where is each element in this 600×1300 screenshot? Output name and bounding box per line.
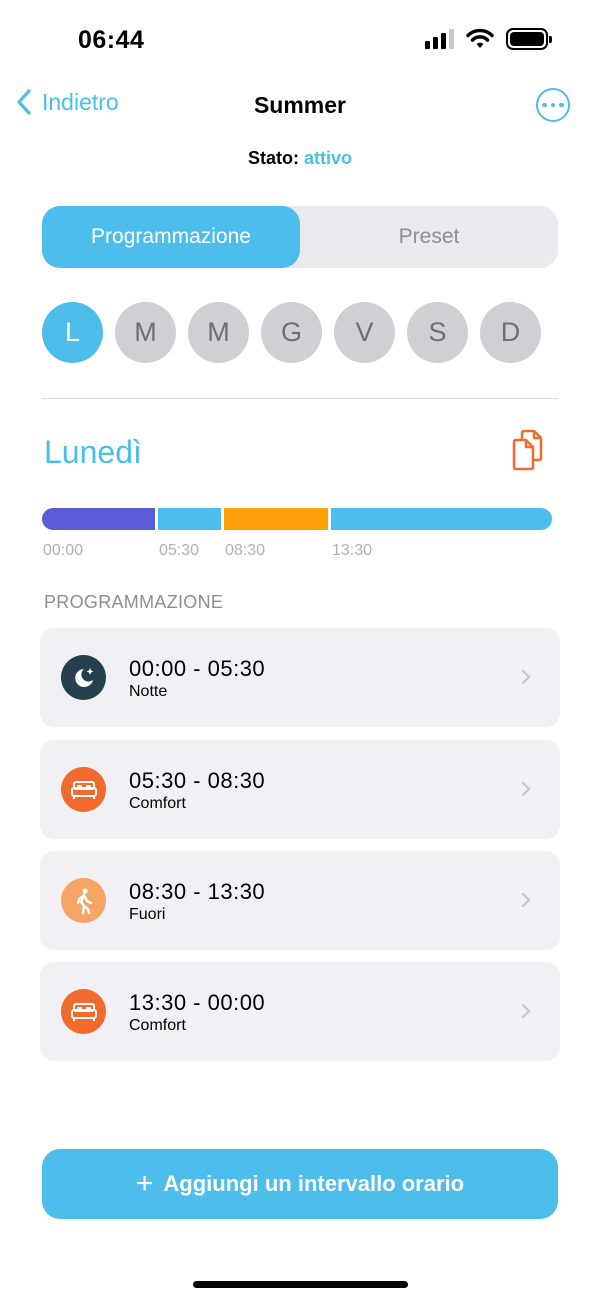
interval-time: 08:30 - 13:30: [129, 879, 266, 904]
day-button-sunday[interactable]: D: [480, 302, 541, 363]
interval-preset-name: Comfort: [129, 795, 186, 812]
day-button-tuesday[interactable]: M: [115, 302, 176, 363]
timeline-segment-comfort: [158, 508, 221, 530]
timeline-tick: 08:30: [225, 542, 266, 559]
bed-icon: [61, 989, 106, 1034]
day-button-thursday[interactable]: G: [261, 302, 322, 363]
more-options-button[interactable]: [536, 88, 570, 122]
section-label: PROGRAMMAZIONE: [44, 592, 224, 612]
state-label: Stato:: [247, 148, 299, 168]
timeline-tick: 05:30: [159, 542, 200, 559]
bed-icon: [61, 767, 106, 812]
chevron-right-icon: [521, 892, 531, 908]
timeline-segment-night: [42, 508, 155, 530]
timeline-tick: 13:30: [332, 542, 373, 559]
interval-card[interactable]: 05:30 - 08:30 Comfort: [40, 740, 560, 839]
segmented-control: Programmazione Preset: [42, 206, 558, 268]
interval-card[interactable]: 08:30 - 13:30 Fuori: [40, 851, 560, 950]
timeline-segment-away: [224, 508, 328, 530]
state-line: Stato: attivo: [0, 148, 600, 169]
wifi-icon: [466, 28, 494, 48]
day-button-saturday[interactable]: S: [407, 302, 468, 363]
status-bar: 06:44: [0, 0, 600, 80]
state-value: attivo: [304, 148, 353, 168]
day-timeline: [42, 508, 552, 530]
plus-icon: +: [135, 1167, 154, 1200]
add-interval-button[interactable]: + Aggiungi un intervallo orario: [42, 1149, 558, 1219]
interval-time: 05:30 - 08:30: [129, 768, 266, 793]
home-indicator: [193, 1281, 408, 1288]
timeline-segment-comfort-2: [331, 508, 552, 530]
day-button-monday[interactable]: L: [42, 302, 103, 363]
tab-programmazione[interactable]: Programmazione: [42, 206, 300, 268]
interval-preset-name: Fuori: [129, 906, 166, 923]
status-time: 06:44: [78, 26, 145, 54]
tab-preset[interactable]: Preset: [300, 206, 558, 268]
ellipsis-circle-icon: [542, 102, 547, 108]
walking-person-icon: [61, 878, 106, 923]
interval-time: 00:00 - 05:30: [129, 656, 266, 681]
page-title: Summer: [253, 92, 347, 118]
chevron-right-icon: [521, 1003, 531, 1019]
add-interval-label: Aggiungi un intervallo orario: [163, 1171, 465, 1196]
chevron-right-icon: [521, 669, 531, 685]
battery-icon: [506, 28, 552, 50]
copy-documents-icon: [512, 429, 543, 471]
chevron-right-icon: [521, 781, 531, 797]
day-title: Lunedì: [44, 434, 142, 470]
day-button-friday[interactable]: V: [334, 302, 395, 363]
timeline-tick: 00:00: [43, 542, 84, 559]
day-selector: L M M G V S D: [42, 302, 541, 363]
nav-bar: Indietro Summer: [0, 84, 600, 128]
signal-icon: [425, 29, 454, 49]
interval-card[interactable]: 13:30 - 00:00 Comfort: [40, 962, 560, 1061]
interval-card[interactable]: 00:00 - 05:30 Notte: [40, 628, 560, 727]
moon-stars-icon: [61, 655, 106, 700]
copy-button[interactable]: [510, 428, 550, 472]
status-icons: [425, 28, 552, 50]
divider: [42, 398, 558, 399]
day-button-wednesday[interactable]: M: [188, 302, 249, 363]
interval-time: 13:30 - 00:00: [129, 990, 266, 1015]
interval-preset-name: Notte: [129, 683, 168, 700]
interval-preset-name: Comfort: [129, 1017, 186, 1034]
